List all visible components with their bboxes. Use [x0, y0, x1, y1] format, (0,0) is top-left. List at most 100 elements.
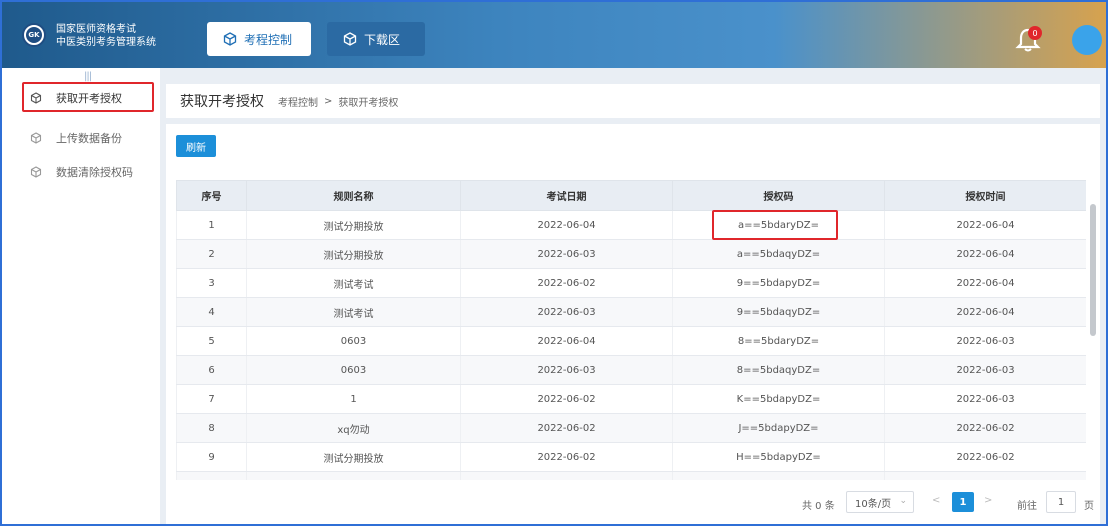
table-row[interactable]: 8 xq勿动 2022-06-02 J==5bdapyDZ= 2022-06-02 [176, 413, 1086, 443]
auth-code-cell: 8==5bdaqyDZ= [672, 355, 885, 385]
system-logo: GK [22, 23, 46, 47]
sidebar-item-label: 数据清除授权码 [56, 166, 133, 179]
auth-time-cell: 2022-06-03 [884, 355, 1086, 385]
table-row[interactable]: 5 0603 2022-06-04 8==5bdaryDZ= 2022-06-03 [176, 326, 1086, 356]
cube-icon [30, 166, 42, 178]
page-unit-label: 页 [1084, 501, 1094, 512]
table-row[interactable]: 1 测试分期投放 2022-06-04 a==5bdaryDZ= 2022-06-04 [176, 210, 1086, 240]
logo-emblem: GK [26, 27, 42, 43]
exam-date-cell: 2022-06-03 [460, 239, 673, 269]
column-header-auth-time: 授权时间 [884, 180, 1086, 211]
notification-badge: 0 [1028, 26, 1042, 40]
auth-code-cell: G==5bdapyDZ= [672, 471, 885, 480]
rule-name-cell: 测试分期投放 [246, 210, 461, 240]
tab-exam-control-label: 考程控制 [244, 32, 293, 47]
exam-date-cell: 2022-06-02 [460, 471, 673, 480]
auth-time-cell: 2022-06-04 [884, 239, 1086, 269]
table-row[interactable]: 10测试考试勿动2022-06-02G==5bdapyDZ=2022-06-01 [176, 471, 1086, 480]
row-index-cell: 4 [176, 297, 247, 327]
sidebar-item-clear-auth-code[interactable]: 数据清除授权码 [2, 156, 160, 188]
page-number-current[interactable]: 1 [952, 492, 974, 512]
total-count: 共 0 条 [802, 501, 835, 512]
exam-date-cell: 2022-06-03 [460, 355, 673, 385]
row-index-cell: 3 [176, 268, 247, 298]
refresh-button[interactable]: 刷新 [176, 135, 216, 157]
prev-page-button[interactable]: < [932, 495, 940, 506]
row-index-cell: 8 [176, 413, 247, 443]
sidebar-item-label: 上传数据备份 [56, 132, 122, 145]
breadcrumb-link[interactable]: 考程控制 [278, 94, 318, 109]
auth-time-cell: 2022-06-04 [884, 268, 1086, 298]
tab-download-area[interactable]: 下载区 [327, 22, 425, 56]
table-row[interactable]: 3 测试考试 2022-06-02 9==5bdapyDZ= 2022-06-04 [176, 268, 1086, 298]
auth-code-cell: J==5bdapyDZ= [672, 413, 885, 443]
sidebar-item-upload-backup[interactable]: 上传数据备份 [2, 122, 160, 154]
table-row[interactable]: 2 测试分期投放 2022-06-03 a==5bdaqyDZ= 2022-06-04 [176, 239, 1086, 269]
rule-name-cell: 测试分期投放 [246, 442, 461, 472]
auth-time-cell: 2022-06-02 [884, 442, 1086, 472]
row-index-cell: 10 [176, 471, 247, 480]
page-size-select[interactable]: 10条/页 ⌄ [846, 491, 914, 513]
row-index-cell: 2 [176, 239, 247, 269]
system-title: 国家医师资格考试 中医类别考务管理系统 [56, 23, 156, 49]
column-header-auth-code: 授权码 [672, 180, 885, 211]
row-index-cell: 5 [176, 326, 247, 356]
column-header-rule-name: 规则名称 [246, 180, 461, 211]
rule-name-cell: 测试考试 [246, 268, 461, 298]
table-scrollbar[interactable] [1090, 204, 1096, 336]
cube-icon [223, 32, 237, 46]
exam-date-cell: 2022-06-04 [460, 210, 673, 240]
highlight-box-sidebar [22, 82, 154, 112]
auth-time-cell: 2022-06-03 [884, 326, 1086, 356]
chevron-down-icon: ⌄ [899, 496, 907, 506]
row-index-cell: 1 [176, 210, 247, 240]
auth-code-cell: 9==5bdapyDZ= [672, 268, 885, 298]
row-index-cell: 9 [176, 442, 247, 472]
row-index-cell: 7 [176, 384, 247, 414]
exam-date-cell: 2022-06-02 [460, 442, 673, 472]
column-header-exam-date: 考试日期 [460, 180, 673, 211]
page-title: 获取开考授权 [180, 94, 264, 110]
goto-page-input[interactable]: 1 [1046, 491, 1076, 513]
exam-date-cell: 2022-06-02 [460, 413, 673, 443]
highlight-box-auth-code [712, 210, 838, 240]
auth-code-cell: 8==5bdaryDZ= [672, 326, 885, 356]
sidebar-collapse-handle[interactable]: ||| [84, 71, 92, 82]
auth-time-cell: 2022-06-03 [884, 384, 1086, 414]
cube-icon [30, 132, 42, 144]
rule-name-cell: 0603 [246, 355, 461, 385]
table-row[interactable]: 9 测试分期投放 2022-06-02 H==5bdapyDZ= 2022-06-02 [176, 442, 1086, 472]
page-size-value: 10条/页 [855, 498, 892, 510]
exam-date-cell: 2022-06-04 [460, 326, 673, 356]
exam-date-cell: 2022-06-02 [460, 384, 673, 414]
breadcrumb: 获取开考授权 考程控制 > 获取开考授权 [166, 84, 1100, 118]
avatar[interactable] [1072, 25, 1102, 55]
table-row[interactable]: 7 1 2022-06-02 K==5bdapyDZ= 2022-06-03 [176, 384, 1086, 414]
sidebar: ||| 获取开考授权 上传数据备份 数据清除授权码 [2, 68, 160, 524]
goto-label: 前往 [1017, 501, 1037, 512]
table-row[interactable]: 6 0603 2022-06-03 8==5bdaqyDZ= 2022-06-03 [176, 355, 1086, 385]
next-page-button[interactable]: > [984, 495, 992, 506]
main-panel: 刷新 序号 规则名称 考试日期 授权码 授权时间 1 测试分期投放 2022-06-… [166, 124, 1100, 524]
auth-time-cell: 2022-06-01 [884, 471, 1086, 480]
auth-code-cell: K==5bdapyDZ= [672, 384, 885, 414]
rule-name-cell: 0603 [246, 326, 461, 356]
exam-date-cell: 2022-06-02 [460, 268, 673, 298]
auth-code-cell: 9==5bdaqyDZ= [672, 297, 885, 327]
pagination: 共 0 条 10条/页 ⌄ < 1 > 前往 1 页 [166, 486, 1100, 520]
system-title-line1: 国家医师资格考试 [56, 24, 136, 35]
table-body: 1 测试分期投放 2022-06-04 a==5bdaryDZ= 2022-06-04 2… [176, 210, 1086, 480]
column-header-index: 序号 [176, 180, 247, 211]
table-row[interactable]: 4 测试考试 2022-06-03 9==5bdaqyDZ= 2022-06-04 [176, 297, 1086, 327]
rule-name-cell: 测试分期投放 [246, 239, 461, 269]
auth-table-container[interactable]: 序号 规则名称 考试日期 授权码 授权时间 1 测试分期投放 2022-06-04 a… [176, 180, 1086, 480]
tab-exam-control[interactable]: 考程控制 [207, 22, 311, 56]
auth-time-cell: 2022-06-02 [884, 413, 1086, 443]
auth-time-cell: 2022-06-04 [884, 210, 1086, 240]
rule-name-cell: 测试考试 [246, 297, 461, 327]
auth-time-cell: 2022-06-04 [884, 297, 1086, 327]
table-header-row: 序号 规则名称 考试日期 授权码 授权时间 [176, 180, 1086, 211]
breadcrumb-current: 获取开考授权 [338, 97, 399, 109]
row-index-cell: 6 [176, 355, 247, 385]
tab-download-area-label: 下载区 [364, 32, 401, 47]
